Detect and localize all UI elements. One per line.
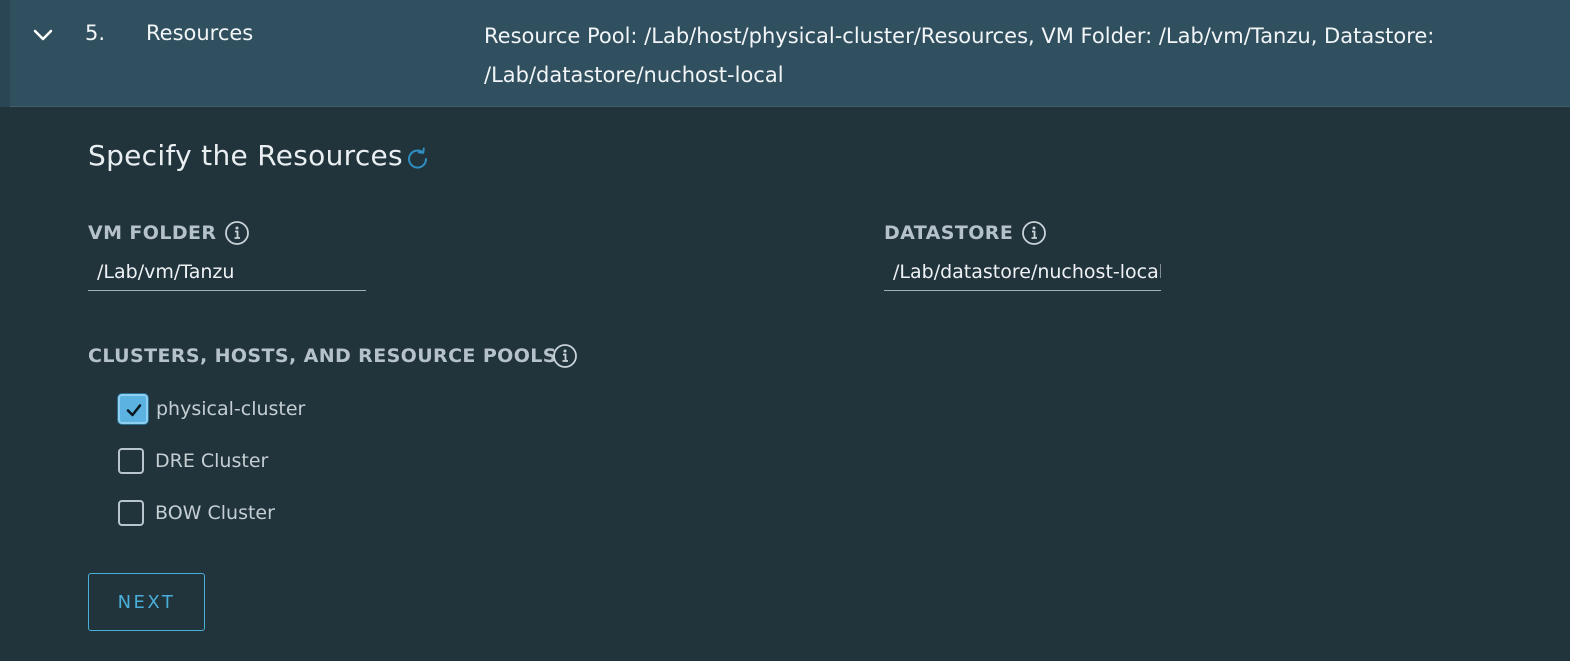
cluster-option-dre-cluster[interactable]: DRE Cluster: [118, 445, 268, 477]
step-indicator-strip: [0, 0, 10, 107]
next-button[interactable]: NEXT: [88, 573, 205, 631]
datastore-input[interactable]: [884, 257, 1161, 291]
checkbox-bow-cluster[interactable]: [118, 500, 144, 526]
info-icon[interactable]: [1021, 220, 1047, 246]
info-icon[interactable]: [552, 343, 578, 369]
step-title: Resources: [146, 21, 254, 45]
section-title: Specify the Resources: [88, 139, 403, 172]
vm-folder-input[interactable]: [88, 257, 366, 291]
step-header[interactable]: 5. Resources Resource Pool: /Lab/host/ph…: [0, 0, 1570, 107]
vm-folder-label: VM FOLDER: [88, 222, 217, 244]
clusters-label: CLUSTERS, HOSTS, AND RESOURCE POOLS: [88, 345, 557, 367]
step-number: 5.: [85, 21, 106, 45]
chevron-down-icon[interactable]: [31, 24, 55, 46]
cluster-option-bow-cluster[interactable]: BOW Cluster: [118, 497, 275, 529]
checkmark-icon: [126, 404, 142, 417]
checkbox-label: BOW Cluster: [155, 502, 275, 524]
refresh-icon[interactable]: [405, 146, 431, 172]
datastore-label: DATASTORE: [884, 222, 1014, 244]
checkbox-label: physical-cluster: [156, 398, 306, 420]
checkbox-physical-cluster[interactable]: [118, 394, 148, 424]
checkbox-dre-cluster[interactable]: [118, 448, 144, 474]
checkbox-label: DRE Cluster: [155, 450, 269, 472]
step-summary: Resource Pool: /Lab/host/physical-cluste…: [484, 24, 1435, 87]
cluster-option-physical-cluster[interactable]: physical-cluster: [118, 393, 305, 425]
info-icon[interactable]: [224, 220, 250, 246]
